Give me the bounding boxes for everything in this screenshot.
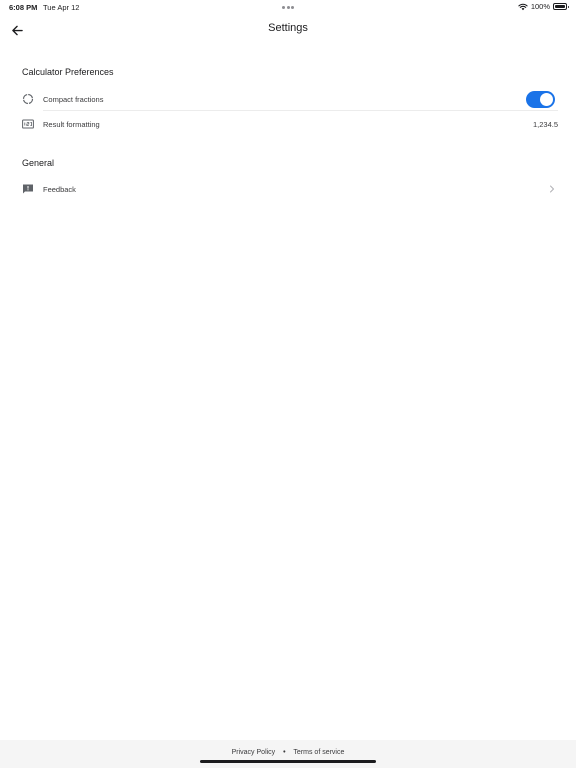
status-date: Tue Apr 12 [43,3,80,12]
refresh-circle-icon [22,93,34,105]
result-formatting-value: 1,234.5 [532,119,558,129]
feedback-icon [22,183,34,195]
terms-of-service-link[interactable]: Terms of service [293,749,344,756]
setting-row-compact-fractions[interactable]: Compact fractions [0,87,576,111]
footer-separator: • [283,749,286,756]
battery-percent: 100% [530,2,550,11]
chevron-right-icon [550,185,554,193]
number-format-icon [22,118,34,130]
compact-fractions-toggle[interactable] [526,90,555,108]
nav-bar: Settings [0,16,576,44]
section-header-calculator-preferences: Calculator Preferences [22,67,114,77]
privacy-policy-link[interactable]: Privacy Policy [232,749,276,756]
setting-row-result-formatting[interactable]: Result formatting 1,234.5 [0,112,576,136]
section-header-general: General [22,158,55,168]
status-bar: 6:08 PM Tue Apr 12 100% [0,0,576,16]
footer: Privacy Policy • Terms of service [0,740,576,768]
multitasking-dots-icon[interactable] [282,6,294,9]
row-divider [43,110,558,111]
setting-label-feedback: Feedback [43,184,76,194]
setting-row-feedback[interactable]: Feedback [0,177,576,201]
footer-links: Privacy Policy • Terms of service [0,749,576,756]
home-indicator[interactable] [200,760,376,763]
wifi-icon [518,3,528,10]
setting-label-result-formatting: Result formatting [43,119,100,129]
status-indicators: 100% [518,2,569,11]
battery-icon [553,3,569,10]
status-time: 6:08 PM [9,3,38,12]
page-title: Settings [268,22,308,34]
setting-label-compact-fractions: Compact fractions [43,94,104,104]
toggle-knob [540,92,553,106]
settings-screen: 6:08 PM Tue Apr 12 100% Settings Calcula… [0,0,576,768]
